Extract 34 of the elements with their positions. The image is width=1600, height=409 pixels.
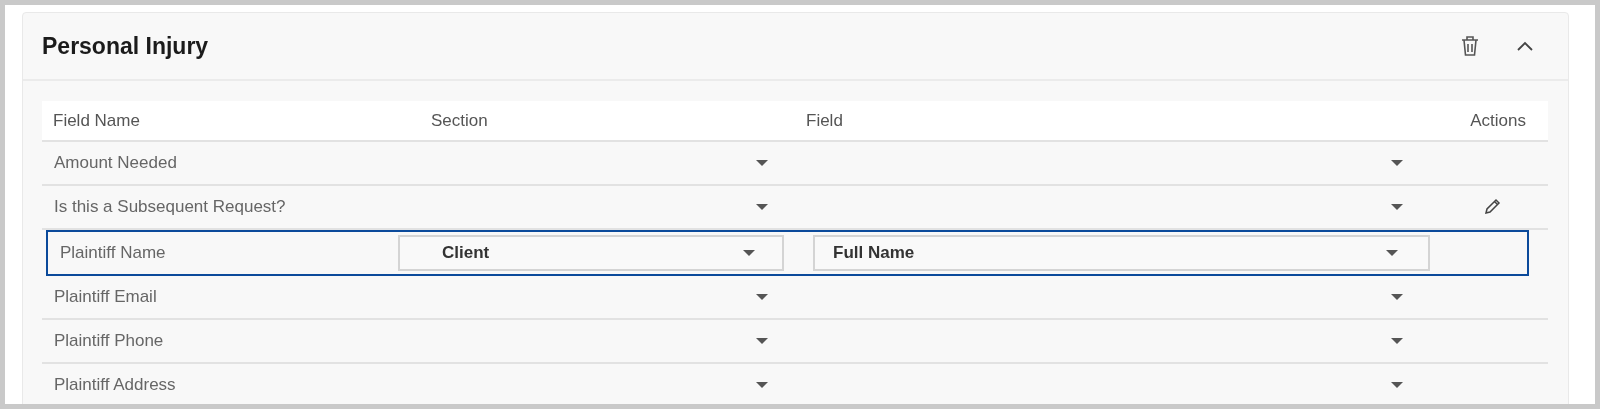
dropdown-arrow-icon xyxy=(1386,250,1398,256)
dropdown-arrow-icon xyxy=(1391,294,1403,300)
column-header: Section xyxy=(430,110,488,131)
dropdown-arrow-icon xyxy=(756,382,768,388)
dropdown-arrow-icon xyxy=(1391,338,1403,344)
field-select[interactable]: Full Name xyxy=(813,235,1430,271)
column-header: Field Name xyxy=(52,110,140,131)
dropdown-arrow-icon xyxy=(1391,204,1403,210)
table-cell-text: Amount Needed xyxy=(53,153,177,173)
dropdown-arrow-icon xyxy=(743,250,755,256)
column-header: Field xyxy=(805,110,843,131)
table-cell-text: Plaintiff Phone xyxy=(53,331,164,351)
table-row[interactable]: Plaintiff Name Client Full Name xyxy=(46,230,1529,276)
dropdown-arrow-icon xyxy=(756,204,768,210)
dropdown-arrow-icon xyxy=(756,338,768,344)
table-row[interactable]: Plaintiff Email xyxy=(42,276,1548,320)
table-row[interactable]: Amount Needed xyxy=(42,142,1548,186)
dropdown-arrow-icon xyxy=(756,160,768,166)
table-row[interactable]: Plaintiff Address xyxy=(42,364,1548,404)
table-row[interactable]: Is this a Subsequent Request? xyxy=(42,186,1548,230)
trash-icon[interactable] xyxy=(1460,35,1480,57)
section-select[interactable]: Client xyxy=(398,235,784,271)
dropdown-arrow-icon xyxy=(1391,160,1403,166)
panel-title: Personal Injury xyxy=(42,32,209,60)
dropdown-arrow-icon xyxy=(756,294,768,300)
pencil-icon[interactable] xyxy=(1482,197,1502,217)
table-cell-text: Plaintiff Address xyxy=(53,375,176,395)
chevron-icon[interactable] xyxy=(1516,40,1534,52)
table-cell-text: Is this a Subsequent Request? xyxy=(53,197,286,217)
column-header: Actions xyxy=(1469,110,1527,131)
dropdown-arrow-icon xyxy=(1391,382,1403,388)
table-row[interactable]: Plaintiff Phone xyxy=(42,320,1548,364)
table-cell-text: Plaintiff Name xyxy=(59,243,166,263)
table-cell-text: Plaintiff Email xyxy=(53,287,157,307)
